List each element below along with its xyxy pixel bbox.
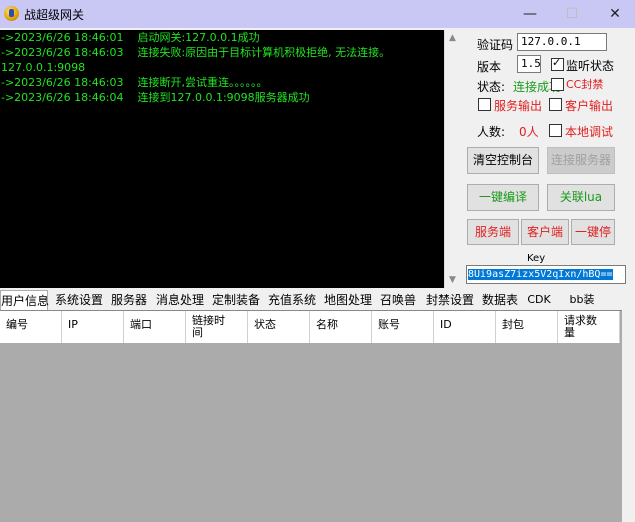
column-header-request-count[interactable]: 请求数量 [558, 311, 620, 343]
verify-label: 验证码 [477, 38, 514, 52]
scroll-down-icon[interactable]: ▼ [449, 275, 456, 285]
local-debug-label: 本地调试 [565, 125, 614, 139]
cc-ban-label: CC封禁 [566, 78, 604, 91]
server-output-checkbox[interactable] [478, 98, 491, 111]
scroll-up-icon[interactable]: ▲ [449, 33, 456, 43]
tab-summon-beast[interactable]: 召唤兽 [378, 290, 418, 310]
status-label: 状态: [477, 80, 506, 94]
column-header-link-time[interactable]: 链接时间 [186, 311, 248, 343]
link-lua-button[interactable]: 关联lua [547, 184, 615, 211]
maximize-button[interactable]: ☐ [552, 0, 592, 28]
verify-input[interactable]: 127.0.0.1 [517, 33, 607, 51]
key-value: 8Ui9asZ7izx5V2qIxn/hBQ== [468, 269, 613, 280]
version-label: 版本 [477, 60, 502, 74]
server-button[interactable]: 服务端 [467, 219, 519, 245]
server-output-label: 服务输出 [494, 99, 543, 113]
minimize-button[interactable]: — [510, 0, 550, 28]
connect-server-button[interactable]: 连接服务器 [547, 147, 615, 174]
tab-data-table[interactable]: 数据表 [480, 290, 520, 310]
column-header-name[interactable]: 名称 [310, 311, 372, 343]
client-output-checkbox[interactable] [549, 98, 562, 111]
column-header-packet[interactable]: 封包 [496, 311, 558, 343]
tab-map-handling[interactable]: 地图处理 [323, 290, 373, 310]
console-line: 127.0.0.1:9098 [1, 61, 86, 74]
column-header-number[interactable]: 编号 [0, 311, 62, 343]
title-bar: 战超级网关 — ☐ ✕ [0, 0, 635, 28]
window-title: 战超级网关 [24, 8, 85, 22]
tab-user-info[interactable]: 用户信息 [0, 290, 49, 311]
local-debug-checkbox[interactable] [549, 124, 562, 137]
tab-system-settings[interactable]: 系统设置 [55, 290, 103, 310]
column-header-ip[interactable]: IP [62, 311, 124, 343]
console-line: ->2023/6/26 18:46:04 连接到127.0.0.1:9098服务… [1, 91, 310, 104]
console-scrollbar[interactable]: ▲ ▼ [444, 30, 462, 288]
user-table[interactable]: 编号 IP 端口 链接时间 状态 名称 账号 ID 封包 请求数量 [0, 310, 622, 522]
key-label: Key [527, 253, 546, 264]
people-label: 人数: [477, 125, 506, 139]
client-button[interactable]: 客户端 [521, 219, 569, 245]
monitor-label: 监听状态 [566, 59, 615, 73]
tab-custom-equipment[interactable]: 定制装备 [211, 290, 261, 310]
clear-console-button[interactable]: 清空控制台 [467, 147, 539, 174]
compile-button[interactable]: 一键编译 [467, 184, 539, 211]
column-header-port[interactable]: 端口 [124, 311, 186, 343]
tab-server[interactable]: 服务器 [110, 290, 148, 310]
console-line: ->2023/6/26 18:46:01 启动网关:127.0.0.1成功 [1, 31, 260, 44]
people-count: 0人 [519, 125, 539, 139]
tab-bar: 用户信息 系统设置 服务器 消息处理 定制装备 充值系统 地图处理 召唤兽 封禁… [0, 290, 635, 311]
version-input[interactable]: 1.5 [517, 55, 541, 73]
close-button[interactable]: ✕ [595, 0, 635, 28]
stop-all-button[interactable]: 一键停 [571, 219, 615, 245]
table-header-row: 编号 IP 端口 链接时间 状态 名称 账号 ID 封包 请求数量 [0, 311, 620, 343]
column-header-id[interactable]: ID [434, 311, 496, 343]
link-time-text: 链接时间 [192, 314, 225, 339]
client-output-label: 客户输出 [565, 99, 614, 113]
tab-bb-equipment[interactable]: bb装 [568, 290, 596, 310]
tab-message-handling[interactable]: 消息处理 [155, 290, 205, 310]
tab-recharge-system[interactable]: 充值系统 [267, 290, 317, 310]
column-header-account[interactable]: 账号 [372, 311, 434, 343]
app-logo-icon [4, 6, 19, 21]
console-output[interactable]: ->2023/6/26 18:46:01 启动网关:127.0.0.1成功 ->… [0, 30, 444, 288]
table-scroll-area [622, 310, 635, 521]
request-count-text: 请求数量 [564, 314, 597, 339]
tab-cdk[interactable]: CDK [526, 290, 552, 310]
tab-ban-settings[interactable]: 封禁设置 [425, 290, 475, 310]
key-input[interactable]: 8Ui9asZ7izx5V2qIxn/hBQ== [466, 265, 626, 284]
column-header-status[interactable]: 状态 [248, 311, 310, 343]
console-line: ->2023/6/26 18:46:03 连接失败:原因由于目标计算机积极拒绝,… [1, 46, 391, 59]
cc-ban-checkbox[interactable] [551, 78, 564, 91]
console-line: ->2023/6/26 18:46:03 连接断开,尝试重连。。。。。。 [1, 76, 268, 89]
monitor-checkbox[interactable] [551, 56, 564, 71]
